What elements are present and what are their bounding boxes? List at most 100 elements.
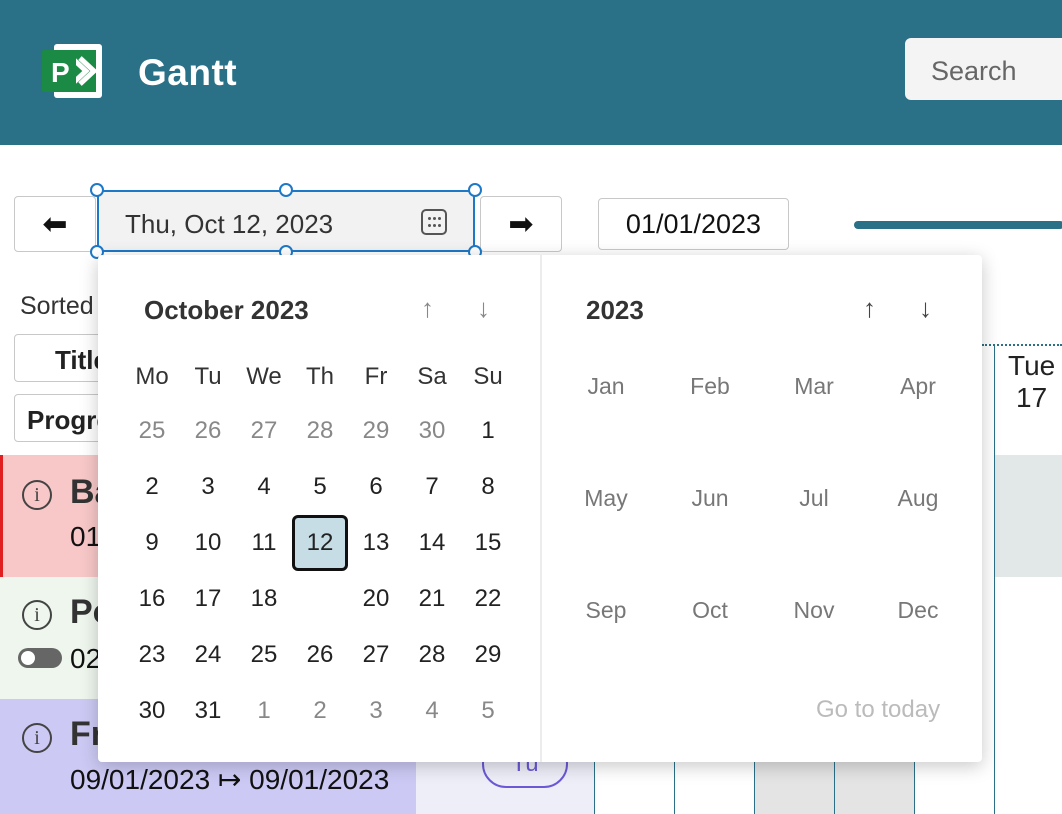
calendar-day-outside-month[interactable]: 2: [292, 683, 348, 739]
next-period-button[interactable]: ➡: [480, 196, 562, 252]
calendar-day[interactable]: 3: [180, 459, 236, 515]
resize-handle[interactable]: [468, 183, 482, 197]
calendar-day[interactable]: 28: [404, 627, 460, 683]
month-cell[interactable]: Mar: [762, 373, 866, 400]
calendar-day-outside-month[interactable]: 1: [236, 683, 292, 739]
calendar-day-outside-month[interactable]: 3: [348, 683, 404, 739]
calendar-popup: October 2023 ↑ ↓ Mo Tu We Th Fr Sa Su 25 26 27 28…: [98, 255, 982, 762]
calendar-day[interactable]: 16: [124, 571, 180, 627]
calendar-day[interactable]: 8: [460, 459, 516, 515]
calendar-day[interactable]: 10: [180, 515, 236, 571]
grid-line: [754, 762, 755, 814]
calendar-day[interactable]: 7: [404, 459, 460, 515]
prev-year-arrow-icon[interactable]: ↑: [863, 293, 876, 324]
next-year-arrow-icon[interactable]: ↓: [919, 293, 932, 324]
calendar-day[interactable]: 15: [460, 515, 516, 571]
calendar-day[interactable]: 21: [404, 571, 460, 627]
weekday-label: Su: [473, 363, 503, 390]
calendar-day[interactable]: 26: [292, 627, 348, 683]
calendar-day[interactable]: 17: [180, 571, 236, 627]
prev-period-button[interactable]: ⬅: [14, 196, 96, 252]
calendar-day-outside-month[interactable]: 4: [404, 683, 460, 739]
weekday-label: Tu: [194, 363, 222, 390]
timeline-column-header: Tue 17: [1008, 350, 1055, 414]
go-to-today-link[interactable]: Go to today: [816, 696, 940, 724]
calendar-day-outside-month[interactable]: 28: [292, 403, 348, 459]
month-cell[interactable]: Sep: [554, 597, 658, 624]
svg-text:P: P: [51, 57, 70, 88]
weekday-label: Th: [305, 363, 334, 390]
calendar-day[interactable]: 11: [236, 515, 292, 571]
calendar-day[interactable]: 19: [292, 571, 348, 627]
calendar-day[interactable]: 13: [348, 515, 404, 571]
weekday-label: Mo: [135, 363, 169, 390]
month-cell[interactable]: Jun: [658, 485, 762, 512]
calendar-day[interactable]: 27: [348, 627, 404, 683]
app-title: Gantt: [138, 52, 238, 93]
month-cell[interactable]: Aug: [866, 485, 970, 512]
month-cell[interactable]: Jul: [762, 485, 866, 512]
calendar-day-outside-month[interactable]: 30: [404, 403, 460, 459]
calendar-day[interactable]: 14: [404, 515, 460, 571]
weekday-label: Sa: [417, 363, 447, 390]
prev-month-arrow-icon[interactable]: ↑: [421, 293, 434, 324]
calendar-day[interactable]: 9: [124, 515, 180, 571]
calendar-day[interactable]: 24: [180, 627, 236, 683]
task-dates: 02: [70, 643, 102, 674]
month-cell[interactable]: Dec: [866, 597, 970, 624]
month-cell[interactable]: Nov: [762, 597, 866, 624]
year-title: 2023: [586, 295, 644, 325]
month-title: October 2023: [144, 295, 309, 325]
grid-line: [994, 344, 995, 814]
month-cell[interactable]: Oct: [658, 597, 762, 624]
calendar-day[interactable]: 25: [236, 627, 292, 683]
resize-handle[interactable]: [90, 183, 104, 197]
calendar-day[interactable]: 22: [460, 571, 516, 627]
calendar-day[interactable]: 4: [236, 459, 292, 515]
date-picker-input[interactable]: Thu, Oct 12, 2023: [97, 190, 475, 252]
info-icon[interactable]: i: [22, 723, 52, 753]
grid-line: [674, 762, 675, 814]
calendar-day-outside-month[interactable]: 26: [180, 403, 236, 459]
zoom-slider[interactable]: [854, 221, 1062, 229]
calendar-day-outside-month[interactable]: 29: [348, 403, 404, 459]
month-cell[interactable]: Apr: [866, 373, 970, 400]
month-cell[interactable]: May: [554, 485, 658, 512]
date-picker-value: Thu, Oct 12, 2023: [125, 209, 334, 239]
calendar-day[interactable]: 5: [292, 459, 348, 515]
popup-divider: [540, 255, 542, 762]
column-day: Tue: [1008, 350, 1056, 381]
task-dates: 01: [70, 521, 102, 552]
calendar-day[interactable]: 30: [124, 683, 180, 739]
calendar-day[interactable]: 12: [292, 515, 348, 571]
month-cell[interactable]: Feb: [658, 373, 762, 400]
calendar-day[interactable]: 29: [460, 627, 516, 683]
calendar-day[interactable]: 23: [124, 627, 180, 683]
calendar-day-outside-month[interactable]: 25: [124, 403, 180, 459]
progress-toggle[interactable]: [18, 648, 62, 668]
calendar-day[interactable]: 31: [180, 683, 236, 739]
task-dates: 09/01/2023 ↦ 09/01/2023: [70, 764, 390, 795]
grid-line: [834, 762, 835, 814]
calendar-day[interactable]: 6: [348, 459, 404, 515]
search-placeholder: Search: [931, 56, 1017, 86]
next-month-arrow-icon[interactable]: ↓: [477, 293, 490, 324]
resize-handle[interactable]: [279, 183, 293, 197]
sorted-label: Sorted: [20, 292, 94, 320]
info-icon[interactable]: i: [22, 480, 52, 510]
calendar-day-outside-month[interactable]: 5: [460, 683, 516, 739]
search-box[interactable]: Search: [905, 38, 1062, 100]
calendar-icon[interactable]: [421, 209, 447, 235]
calendar-day[interactable]: 18: [236, 571, 292, 627]
weekday-label: Fr: [364, 363, 388, 390]
info-icon[interactable]: i: [22, 600, 52, 630]
month-cell[interactable]: Jan: [554, 373, 658, 400]
start-date-field[interactable]: 01/01/2023: [598, 198, 789, 250]
calendar-day[interactable]: 20: [348, 571, 404, 627]
calendar-day[interactable]: 2: [124, 459, 180, 515]
column-date: 17: [1016, 382, 1048, 413]
calendar-day[interactable]: 1: [460, 403, 516, 459]
arrow-left-icon: ⬅: [42, 207, 68, 241]
arrow-right-icon: ➡: [508, 207, 534, 241]
calendar-day-outside-month[interactable]: 27: [236, 403, 292, 459]
